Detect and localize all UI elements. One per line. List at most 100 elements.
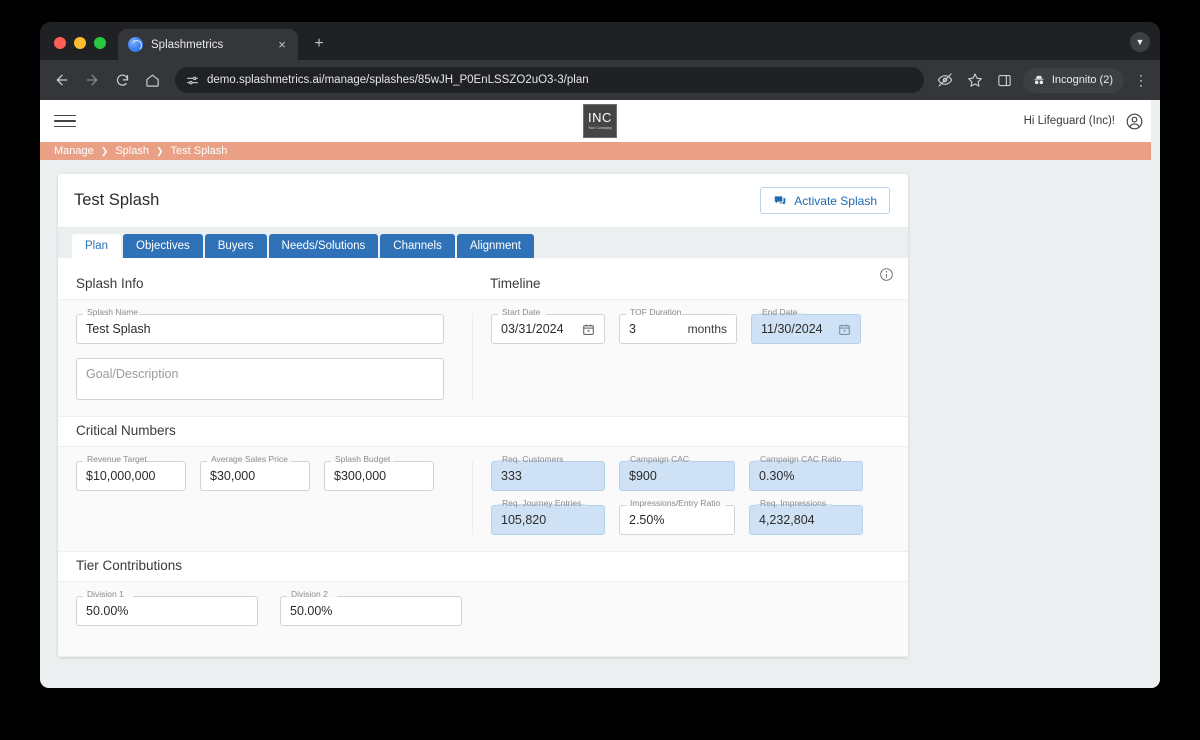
user-greeting: Hi Lifeguard (Inc)! <box>1023 115 1115 127</box>
req-customers-value: 333 <box>501 469 522 483</box>
splash-info-timeline-panel: Splash Name Test Splash Goal/Description <box>58 299 908 417</box>
bookmark-star-icon[interactable] <box>963 68 987 92</box>
req-impressions-value: 4,232,804 <box>759 513 815 527</box>
goal-description-field[interactable]: Goal/Description <box>76 358 444 400</box>
minimize-window-button[interactable] <box>74 37 86 49</box>
campaign-cac-ratio-field[interactable]: Campaign CAC Ratio 0.30% <box>749 455 863 491</box>
breadcrumb-item-manage[interactable]: Manage <box>54 145 94 157</box>
page-body: Test Splash Activate Splash Plan Objecti… <box>40 160 1160 657</box>
revenue-target-field[interactable]: Revenue Target $10,000,000 <box>76 455 186 491</box>
breadcrumb-item-test-splash[interactable]: Test Splash <box>171 145 228 157</box>
browser-tab-title: Splashmetrics <box>151 38 224 51</box>
tof-duration-field[interactable]: TOF Duration 3 months <box>619 308 737 344</box>
screenshot-root: Splashmetrics × + ▼ demo.splashmetrics.a… <box>0 0 1200 740</box>
section-headings-row: Splash Info Timeline <box>58 270 908 299</box>
page-viewport: INC Your Company Hi Lifeguard (Inc)! Man… <box>40 100 1160 688</box>
splash-budget-value: $300,000 <box>334 469 387 483</box>
division-2-value: 50.00% <box>290 604 333 618</box>
req-customers-field[interactable]: Req. Customers 333 <box>491 455 605 491</box>
campaign-cac-ratio-label: Campaign CAC Ratio <box>760 454 842 464</box>
card-title-row: Test Splash Activate Splash <box>58 174 908 228</box>
back-arrow-icon[interactable] <box>48 66 76 94</box>
hide-password-icon[interactable] <box>933 68 957 92</box>
new-tab-button[interactable]: + <box>306 31 332 57</box>
average-sales-price-field[interactable]: Average Sales Price $30,000 <box>200 455 310 491</box>
end-date-field[interactable]: End Date 11/30/2024 <box>751 308 861 344</box>
tab-needs-solutions[interactable]: Needs/Solutions <box>268 234 379 258</box>
splash-info-fields: Splash Name Test Splash Goal/Description <box>58 308 472 400</box>
critical-numbers-right: Req. Customers 333 Campaign CAC $900 Cam… <box>473 455 863 535</box>
side-panel-icon[interactable] <box>993 68 1017 92</box>
campaign-cac-value: $900 <box>629 469 657 483</box>
division-2-field[interactable]: Division 2 50.00% <box>280 590 462 626</box>
breadcrumb-separator: ❯ <box>155 145 164 156</box>
tab-plan[interactable]: Plan <box>72 234 122 258</box>
campaign-cac-ratio-value: 0.30% <box>759 469 795 483</box>
req-impressions-label: Req. Impressions <box>760 498 827 508</box>
tab-alignment[interactable]: Alignment <box>456 234 534 258</box>
app-header: INC Your Company Hi Lifeguard (Inc)! <box>40 100 1160 142</box>
division-1-label: Division 1 <box>87 589 124 599</box>
impressions-entry-ratio-label: Impressions/Entry Ratio <box>630 498 721 508</box>
incognito-indicator[interactable]: Incognito (2) <box>1022 67 1124 93</box>
logo-text: INC <box>588 110 612 126</box>
breadcrumb-item-splash[interactable]: Splash <box>115 145 149 157</box>
splash-info-heading: Splash Info <box>76 276 144 291</box>
splash-budget-field[interactable]: Splash Budget $300,000 <box>324 455 434 491</box>
window-traffic-lights <box>40 37 118 60</box>
info-circle-icon[interactable] <box>879 267 894 287</box>
req-impressions-field[interactable]: Req. Impressions 4,232,804 <box>749 499 863 535</box>
tab-objectives[interactable]: Objectives <box>123 234 203 258</box>
impressions-entry-ratio-field[interactable]: Impressions/Entry Ratio 2.50% <box>619 499 735 535</box>
splash-budget-label: Splash Budget <box>335 454 391 464</box>
tab-channels[interactable]: Channels <box>380 234 455 258</box>
close-window-button[interactable] <box>54 37 66 49</box>
campaign-cac-field[interactable]: Campaign CAC $900 <box>619 455 735 491</box>
splash-name-label: Splash Name <box>87 307 139 317</box>
division-2-label: Division 2 <box>291 589 328 599</box>
critical-numbers-left: Revenue Target $10,000,000 Average Sales… <box>58 455 472 535</box>
home-icon[interactable] <box>138 66 166 94</box>
browser-tab[interactable]: Splashmetrics × <box>118 29 298 60</box>
splash-name-field[interactable]: Splash Name Test Splash <box>76 308 444 344</box>
omnibox-actions: Incognito (2) ⋮ <box>933 67 1152 93</box>
site-settings-icon[interactable] <box>186 74 199 87</box>
page-title: Test Splash <box>74 191 160 209</box>
division-1-value: 50.00% <box>86 604 129 618</box>
activate-splash-label: Activate Splash <box>794 193 877 208</box>
page-scrollbar[interactable] <box>1151 100 1160 688</box>
revenue-target-value: $10,000,000 <box>86 469 156 483</box>
revenue-target-label: Revenue Target <box>87 454 147 464</box>
forward-arrow-icon[interactable] <box>78 66 106 94</box>
account-circle-icon[interactable] <box>1125 112 1144 131</box>
browser-tab-strip: Splashmetrics × + ▼ <box>40 22 1160 60</box>
start-date-label: Start Date <box>502 307 541 317</box>
tab-buyers[interactable]: Buyers <box>204 234 267 258</box>
breadcrumb: Manage ❯ Splash ❯ Test Splash <box>40 142 1160 160</box>
close-icon[interactable]: × <box>274 37 290 53</box>
end-date-value: 11/30/2024 <box>761 322 823 336</box>
tof-duration-label: TOF Duration <box>630 307 682 317</box>
req-journey-entries-value: 105,820 <box>501 513 547 527</box>
incognito-label: Incognito (2) <box>1051 74 1113 86</box>
chevron-down-icon[interactable]: ▼ <box>1130 32 1150 52</box>
reload-icon[interactable] <box>108 66 136 94</box>
division-1-field[interactable]: Division 1 50.00% <box>76 590 258 626</box>
hamburger-icon[interactable] <box>54 114 76 128</box>
calendar-icon[interactable] <box>838 323 851 336</box>
incognito-icon <box>1032 73 1046 87</box>
splash-content-card: Test Splash Activate Splash Plan Objecti… <box>58 174 908 657</box>
goal-description-placeholder: Goal/Description <box>86 367 179 381</box>
plan-panel: Splash Info Timeline Splash Name Test Sp… <box>58 258 908 657</box>
announcement-icon <box>773 194 787 208</box>
tof-duration-unit: months <box>687 322 727 336</box>
breadcrumb-separator: ❯ <box>100 145 109 156</box>
maximize-window-button[interactable] <box>94 37 106 49</box>
activate-splash-button[interactable]: Activate Splash <box>760 187 890 214</box>
req-journey-entries-field[interactable]: Req. Journey Entries 105,820 <box>491 499 605 535</box>
critical-numbers-panel: Revenue Target $10,000,000 Average Sales… <box>58 446 908 552</box>
address-bar[interactable]: demo.splashmetrics.ai/manage/splashes/85… <box>175 67 924 93</box>
start-date-field[interactable]: Start Date 03/31/2024 <box>491 308 605 344</box>
browser-menu-icon[interactable]: ⋮ <box>1130 73 1152 87</box>
calendar-icon[interactable] <box>582 323 595 336</box>
